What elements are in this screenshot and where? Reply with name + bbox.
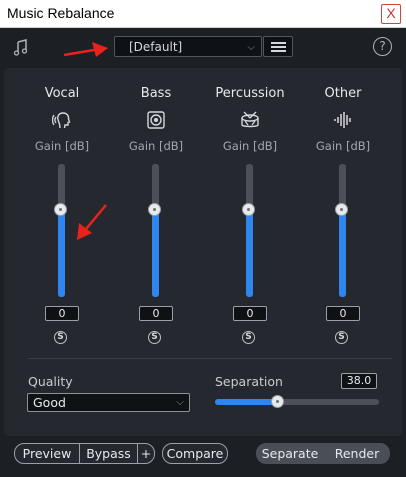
channel-name: Other: [324, 86, 362, 101]
slider-fill: [246, 209, 253, 297]
bass-solo-button[interactable]: S: [148, 331, 161, 344]
window-title: Music Rebalance: [7, 5, 115, 21]
music-rebalance-window: Music Rebalance X [Default] ⌵ ? Vocal Ga…: [0, 0, 406, 477]
bass-gain-value[interactable]: 0: [139, 306, 173, 321]
slider-fill: [152, 209, 159, 297]
bass-gain-slider[interactable]: [148, 164, 161, 297]
bypass-button[interactable]: Bypass: [79, 443, 138, 464]
channel-name: Percussion: [215, 86, 285, 101]
annotation-arrow-preset: [63, 42, 108, 57]
chevron-down-icon: ⌵: [247, 42, 255, 53]
title-bar: Music Rebalance X: [0, 0, 406, 28]
vocal-gain-slider[interactable]: [54, 164, 67, 297]
slider-fill: [58, 209, 65, 297]
compare-button[interactable]: Compare: [162, 443, 228, 464]
waveform-icon: [334, 112, 351, 128]
slider-fill: [339, 209, 346, 297]
separation-fill: [215, 399, 277, 405]
separation-knob[interactable]: [271, 395, 284, 408]
section-divider: [28, 358, 392, 359]
preset-value: [Default]: [129, 40, 183, 54]
channel-bass: Bass Gain [dB] 0 S: [121, 68, 191, 358]
help-button[interactable]: ?: [373, 37, 392, 56]
channel-other: Other Gain [dB] 0 S: [308, 68, 378, 358]
separation-slider[interactable]: [215, 395, 379, 408]
channel-percussion: Percussion Gain [dB] 0 S: [215, 68, 285, 358]
channel-name: Bass: [140, 86, 172, 101]
separation-value[interactable]: 38.0: [341, 373, 377, 389]
percussion-gain-slider[interactable]: [242, 164, 255, 297]
gain-label: Gain [dB]: [315, 139, 371, 153]
slider-knob[interactable]: [242, 203, 255, 216]
drum-icon: [241, 111, 259, 128]
channel-name: Vocal: [44, 86, 80, 101]
music-note-icon: [13, 39, 28, 56]
vocal-gain-value[interactable]: 0: [45, 306, 79, 321]
other-gain-slider[interactable]: [335, 164, 348, 297]
gain-label: Gain [dB]: [128, 139, 184, 153]
other-gain-value[interactable]: 0: [326, 306, 360, 321]
vocal-head-icon: [52, 112, 71, 129]
slider-knob[interactable]: [148, 203, 161, 216]
separate-button[interactable]: Separate: [256, 443, 324, 464]
percussion-gain-value[interactable]: 0: [233, 306, 267, 321]
quality-label: Quality: [28, 374, 73, 389]
vocal-solo-button[interactable]: S: [54, 331, 67, 344]
gain-label: Gain [dB]: [222, 139, 278, 153]
chevron-down-icon: ⌵: [176, 397, 184, 408]
preset-menu-button[interactable]: [263, 36, 293, 57]
separation-label: Separation: [215, 374, 283, 389]
main-panel: Vocal Gain [dB] 0 S Bass Gain [dB] 0 S P…: [4, 68, 402, 436]
percussion-solo-button[interactable]: S: [242, 331, 255, 344]
slider-knob[interactable]: [54, 203, 67, 216]
render-button[interactable]: Render: [324, 443, 390, 464]
quality-value: Good: [33, 395, 66, 410]
other-solo-button[interactable]: S: [335, 331, 348, 344]
close-button[interactable]: X: [381, 4, 401, 24]
speaker-icon: [147, 111, 165, 129]
preset-dropdown[interactable]: [Default] ⌵: [114, 36, 262, 57]
preview-button[interactable]: Preview: [14, 443, 80, 464]
slider-knob[interactable]: [335, 203, 348, 216]
annotation-arrow-slider: [77, 204, 107, 240]
quality-dropdown[interactable]: Good ⌵: [27, 393, 190, 412]
gain-label: Gain [dB]: [34, 139, 90, 153]
